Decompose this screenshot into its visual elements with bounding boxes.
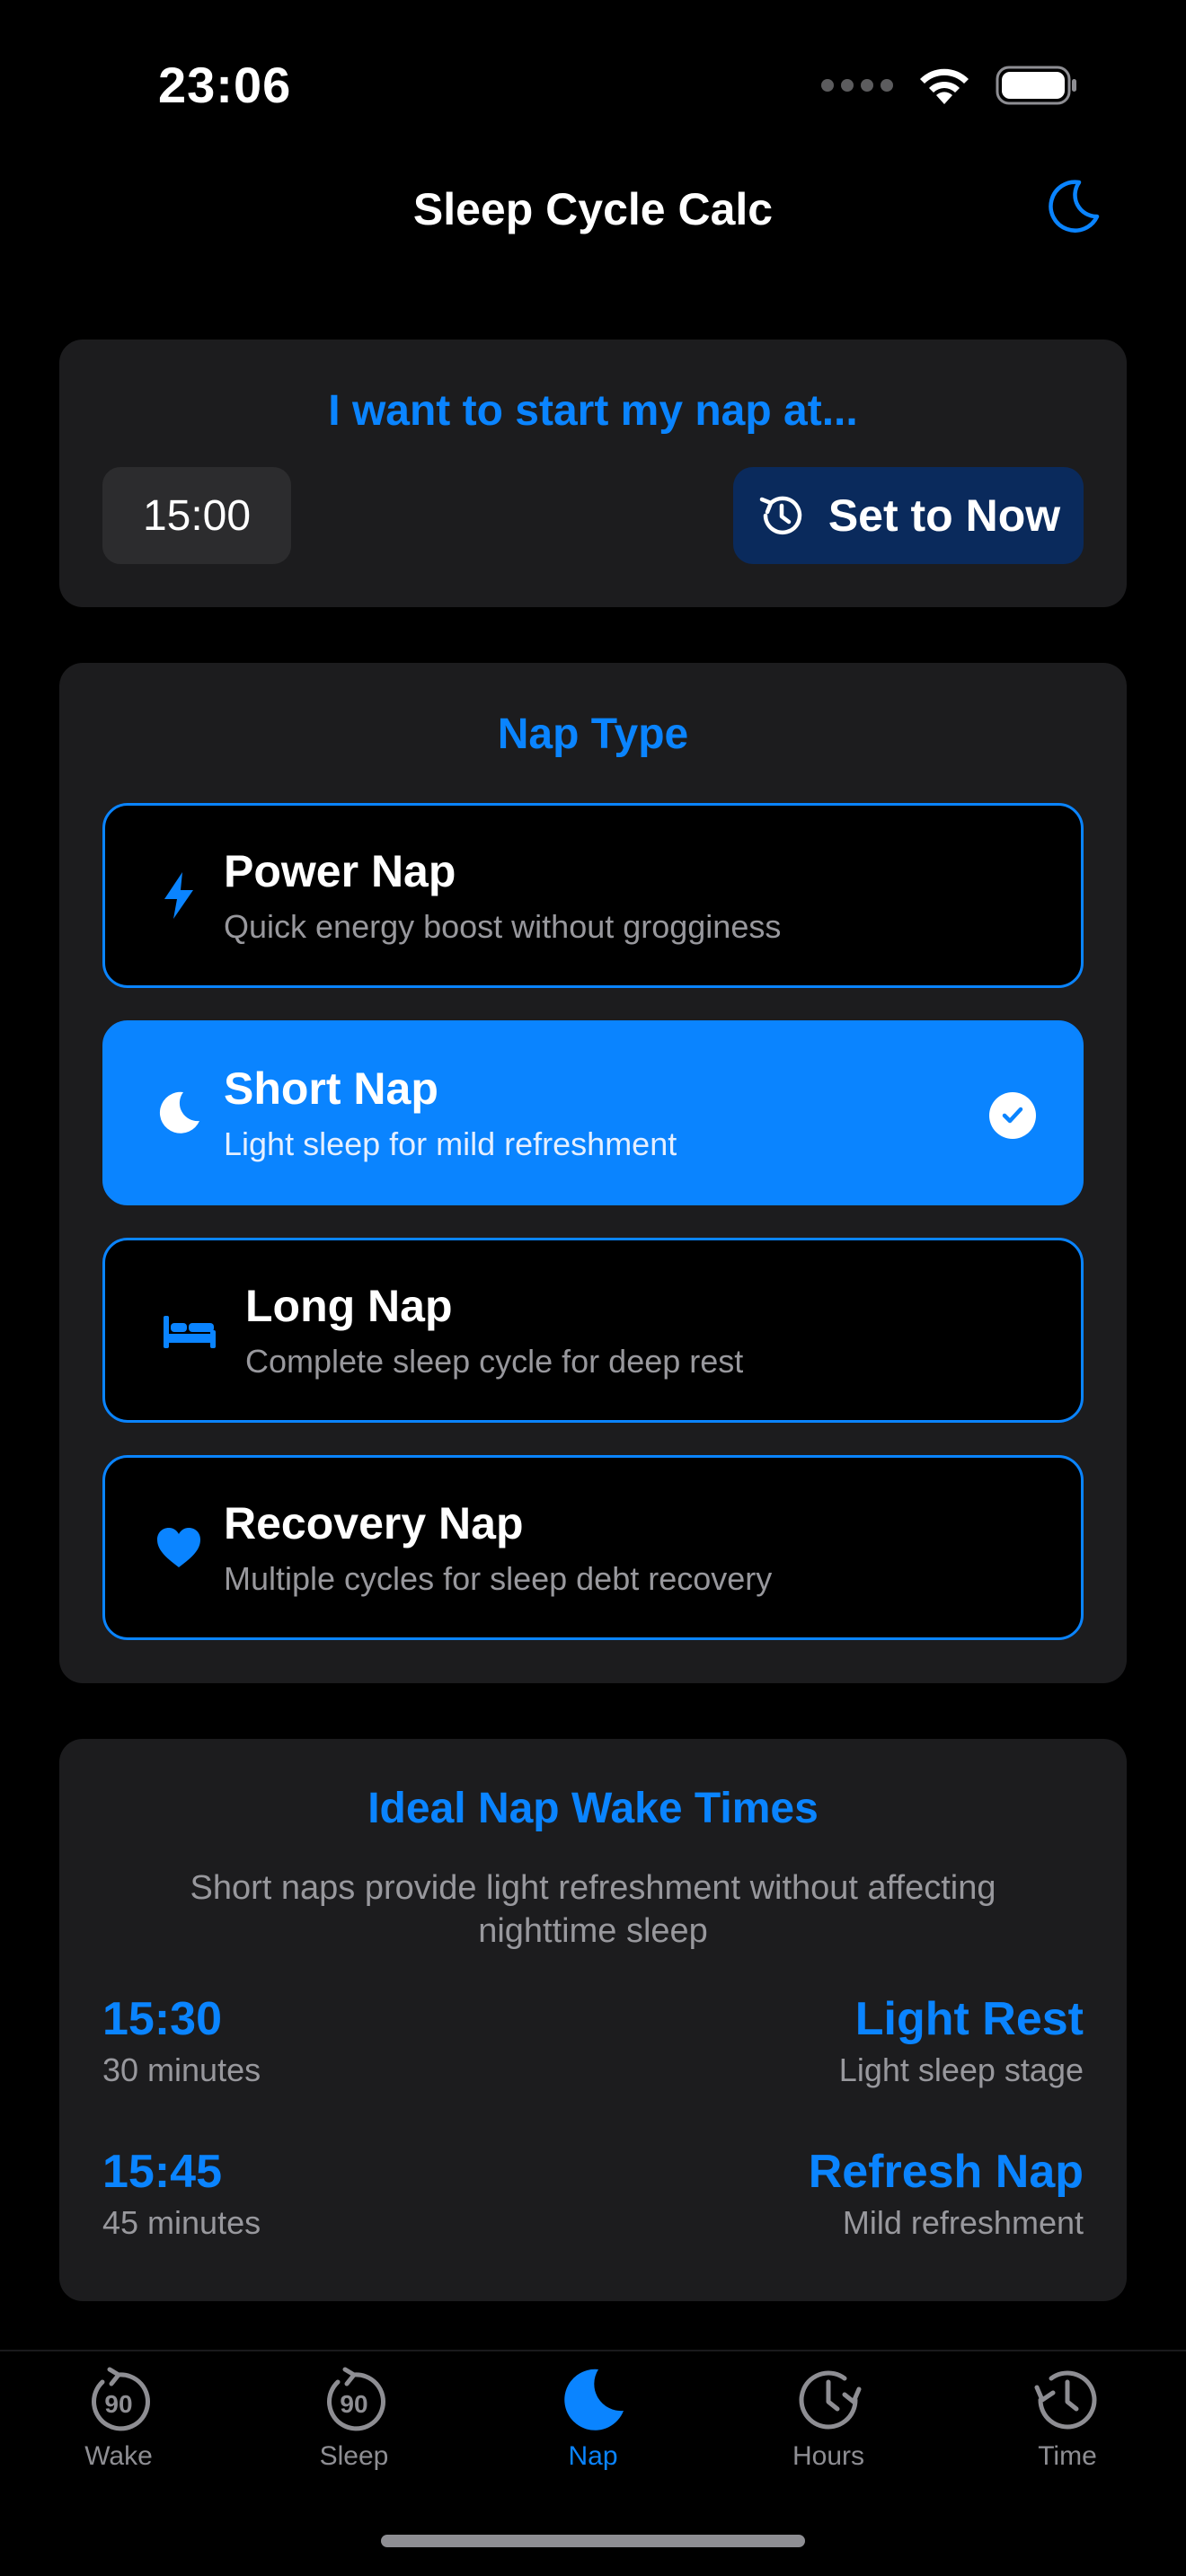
wake-time-value: 15:30 — [102, 1993, 222, 2045]
tab-sleep[interactable]: 90 Sleep — [264, 2364, 444, 2517]
nap-option-long[interactable]: Long Nap Complete sleep cycle for deep r… — [102, 1238, 1084, 1423]
tab-label: Hours — [792, 2441, 865, 2471]
moon-icon — [134, 1089, 224, 1137]
tab-wake-badge: 90 — [104, 2390, 132, 2418]
moon-icon — [564, 2369, 624, 2430]
wake-time-value: 15:45 — [102, 2146, 222, 2198]
wake-label: Light Rest — [854, 1993, 1084, 2045]
status-bar: 23:06 — [0, 0, 1186, 171]
nap-start-title: I want to start my nap at... — [328, 387, 858, 435]
wake-times-description: Short naps provide light refreshment wit… — [190, 1869, 996, 1950]
battery-icon — [996, 66, 1076, 105]
bed-icon — [134, 1310, 245, 1350]
tab-sleep-badge: 90 — [340, 2390, 367, 2418]
wake-stage: Light sleep stage — [838, 2051, 1084, 2088]
nap-option-subtitle: Light sleep for mild refreshment — [224, 1125, 677, 1162]
clock-back-icon — [1034, 2370, 1097, 2430]
nap-option-title: Long Nap — [245, 1281, 453, 1331]
tab-label: Wake — [84, 2441, 153, 2471]
status-time: 23:06 — [158, 57, 292, 113]
nap-start-time-picker[interactable]: 15:00 — [102, 467, 291, 564]
status-icons — [821, 65, 1078, 106]
set-to-now-label: Set to Now — [828, 490, 1061, 541]
cycle-90-icon: 90 — [327, 2367, 386, 2431]
clock-history-icon — [759, 496, 802, 535]
tab-label: Time — [1038, 2441, 1097, 2471]
set-to-now-button[interactable]: Set to Now — [733, 467, 1084, 564]
tab-hours[interactable]: Hours — [739, 2364, 918, 2517]
wake-label: Refresh Nap — [808, 2146, 1084, 2198]
navigation-bar: Sleep Cycle Calc — [0, 171, 1186, 251]
nap-start-card: I want to start my nap at... 15:00 Set t… — [59, 340, 1127, 607]
theme-toggle-button[interactable] — [1037, 171, 1109, 243]
wake-times-card: Ideal Nap Wake Times Short naps provide … — [59, 1739, 1127, 2301]
nap-option-short[interactable]: Short Nap Light sleep for mild refreshme… — [102, 1020, 1084, 1205]
wake-duration: 30 minutes — [102, 2051, 261, 2088]
wake-time-row[interactable]: 15:30 30 minutes Light Rest Light sleep … — [102, 1992, 1084, 2100]
cycle-90-icon: 90 — [92, 2367, 151, 2431]
checkmark-icon — [989, 1092, 1036, 1139]
moon-icon — [1049, 180, 1100, 233]
nap-type-title: Nap Type — [497, 710, 689, 758]
tab-label: Sleep — [319, 2441, 389, 2471]
bolt-icon — [134, 870, 224, 921]
tab-time[interactable]: Time — [978, 2364, 1157, 2517]
nap-option-power[interactable]: Power Nap Quick energy boost without gro… — [102, 803, 1084, 988]
wifi-icon — [920, 68, 969, 104]
home-indicator[interactable] — [381, 2535, 805, 2547]
nap-option-title: Short Nap — [224, 1063, 438, 1114]
tab-wake[interactable]: 90 Wake — [29, 2364, 208, 2517]
clock-forward-icon — [799, 2370, 862, 2430]
wake-duration: 45 minutes — [102, 2204, 261, 2241]
wake-stage: Mild refreshment — [842, 2204, 1084, 2241]
tab-nap[interactable]: Nap — [503, 2364, 683, 2517]
heart-icon — [134, 1526, 224, 1569]
nap-type-card: Nap Type Power Nap Quick energy boost wi… — [59, 663, 1127, 1683]
cellular-signal-icon — [821, 79, 893, 92]
nap-option-subtitle: Multiple cycles for sleep debt recovery — [224, 1560, 773, 1597]
wake-time-row[interactable]: 15:45 45 minutes Refresh Nap Mild refres… — [102, 2145, 1084, 2253]
tab-label: Nap — [568, 2441, 618, 2471]
nap-option-subtitle: Quick energy boost without grogginess — [224, 908, 782, 945]
nap-option-title: Power Nap — [224, 846, 456, 896]
nap-option-subtitle: Complete sleep cycle for deep rest — [245, 1343, 744, 1380]
nap-option-recovery[interactable]: Recovery Nap Multiple cycles for sleep d… — [102, 1455, 1084, 1640]
nap-option-title: Recovery Nap — [224, 1498, 524, 1548]
wake-times-title: Ideal Nap Wake Times — [367, 1785, 819, 1832]
page-title: Sleep Cycle Calc — [412, 184, 774, 234]
